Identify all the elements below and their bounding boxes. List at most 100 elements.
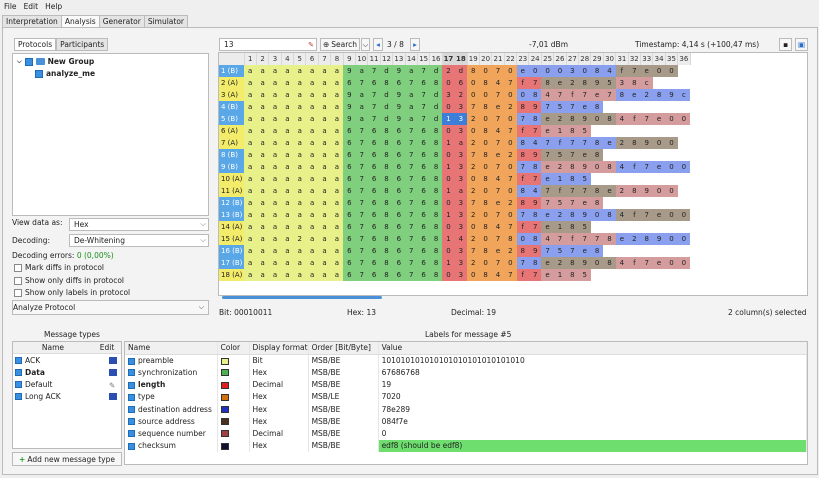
bit-cell[interactable]: a <box>244 77 257 89</box>
bit-cell[interactable]: a <box>330 245 344 257</box>
bit-cell[interactable]: a <box>281 77 294 89</box>
bit-cell[interactable]: 7 <box>566 245 579 257</box>
bit-cell[interactable] <box>591 125 603 137</box>
bit-cell[interactable]: f <box>516 173 529 185</box>
bit-cell[interactable]: 8 <box>479 221 492 233</box>
column-header[interactable]: 32 <box>628 53 642 65</box>
bit-cell[interactable]: a <box>244 65 257 77</box>
bit-cell[interactable]: 7 <box>516 161 529 173</box>
checkbox-icon[interactable] <box>15 368 22 376</box>
column-header[interactable]: 30 <box>603 53 617 65</box>
bit-cell[interactable]: 8 <box>380 77 393 89</box>
bit-cell[interactable]: 6 <box>343 257 356 269</box>
bit-cell[interactable]: a <box>281 113 294 125</box>
bit-cell[interactable]: 0 <box>442 77 455 89</box>
load-icon[interactable]: ▣ <box>795 38 808 51</box>
bit-cell[interactable]: d <box>429 113 443 125</box>
bit-cell[interactable]: 7 <box>355 269 368 281</box>
bit-cell[interactable]: a <box>330 137 344 149</box>
bit-cell[interactable]: a <box>268 149 282 161</box>
bit-cell[interactable] <box>603 221 615 233</box>
bit-cell[interactable]: a <box>256 161 269 173</box>
bit-cell[interactable]: a <box>281 65 294 77</box>
bit-cell[interactable]: 2 <box>504 101 517 113</box>
row-label[interactable]: 11 (A) <box>219 185 244 197</box>
bit-cell[interactable]: 7 <box>355 209 368 221</box>
bit-cell[interactable]: 8 <box>429 173 443 185</box>
bit-cell[interactable]: 9 <box>392 89 406 101</box>
bit-cell[interactable]: 8 <box>479 125 492 137</box>
bit-cell[interactable]: a <box>256 149 269 161</box>
add-message-type-button[interactable]: + Add new message type <box>12 452 122 466</box>
bit-cell[interactable]: 7 <box>528 125 542 137</box>
row-label[interactable]: 4 (B) <box>219 101 244 113</box>
bit-cell[interactable]: e <box>603 137 616 149</box>
bit-cell[interactable]: 8 <box>380 137 393 149</box>
bit-cell[interactable]: 0 <box>504 137 517 149</box>
bit-cell[interactable]: 8 <box>429 245 443 257</box>
bit-cell[interactable] <box>653 245 665 257</box>
label-color-swatch[interactable] <box>220 442 229 450</box>
item-checkbox[interactable] <box>35 69 43 78</box>
bit-cell[interactable]: 0 <box>479 185 492 197</box>
bit-cell[interactable]: a <box>281 185 294 197</box>
bit-cell[interactable]: 8 <box>479 245 492 257</box>
bit-cell[interactable]: a <box>256 173 269 185</box>
column-header[interactable]: 14 <box>405 53 418 65</box>
bit-cell[interactable]: 0 <box>665 233 678 245</box>
bit-cell[interactable] <box>616 125 628 137</box>
bit-cell[interactable]: a <box>355 113 368 125</box>
bit-cell[interactable]: 0 <box>479 209 492 221</box>
bit-cell[interactable]: a <box>244 125 257 137</box>
bit-cell[interactable]: 6 <box>417 197 430 209</box>
bit-cell[interactable]: 9 <box>528 101 542 113</box>
bit-cell[interactable]: 0 <box>516 89 529 101</box>
bit-cell[interactable]: 5 <box>578 125 591 137</box>
bit-cell[interactable]: 4 <box>491 77 505 89</box>
bit-cell[interactable]: 8 <box>528 233 542 245</box>
bit-cell[interactable]: a <box>268 173 282 185</box>
bit-cell[interactable]: 6 <box>367 173 381 185</box>
bit-cell[interactable] <box>653 125 665 137</box>
bit-cell[interactable]: a <box>256 125 269 137</box>
bit-cell[interactable]: 7 <box>541 101 554 113</box>
bit-cell[interactable]: 7 <box>528 77 542 89</box>
bit-cell[interactable]: 6 <box>392 125 406 137</box>
bit-cell[interactable]: 2 <box>442 65 455 77</box>
column-header[interactable]: 4 <box>281 53 295 65</box>
bit-cell[interactable]: 6 <box>343 173 356 185</box>
bit-cell[interactable]: a <box>454 185 468 197</box>
bit-cell[interactable]: 8 <box>528 209 542 221</box>
search-button[interactable]: ⊕ Search <box>320 38 360 51</box>
bit-cell[interactable]: 9 <box>343 101 356 113</box>
bit-cell[interactable] <box>628 245 640 257</box>
bit-cell[interactable]: 7 <box>603 89 616 101</box>
bit-cell[interactable]: 8 <box>640 233 653 245</box>
bit-cell[interactable]: a <box>268 257 282 269</box>
bit-cell[interactable]: a <box>318 245 331 257</box>
bit-cell[interactable]: 2 <box>293 233 306 245</box>
bit-cell[interactable]: a <box>281 125 294 137</box>
message-types-list[interactable]: Name Edit ACK Data Default ✎ Long ACK <box>12 341 122 449</box>
bit-cell[interactable]: 0 <box>479 113 492 125</box>
bit-cell[interactable]: a <box>256 65 269 77</box>
bit-cell[interactable]: 8 <box>429 269 443 281</box>
bit-cell[interactable]: 7 <box>355 125 368 137</box>
bit-cell[interactable]: 9 <box>528 245 542 257</box>
bit-cell[interactable]: 5 <box>553 101 567 113</box>
row-label[interactable]: 17 (B) <box>219 257 244 269</box>
bit-cell[interactable] <box>678 245 690 257</box>
bit-cell[interactable]: a <box>330 77 344 89</box>
bit-cell[interactable] <box>616 197 628 209</box>
bit-cell[interactable]: e <box>603 185 616 197</box>
bit-cell[interactable] <box>678 149 690 161</box>
bit-cell[interactable]: 8 <box>429 137 443 149</box>
search-dropdown[interactable]: ⌵ <box>361 38 370 51</box>
bit-cell[interactable]: a <box>281 245 294 257</box>
bit-cell[interactable]: 8 <box>380 233 393 245</box>
bit-cell[interactable]: d <box>380 101 393 113</box>
bit-cell[interactable]: 6 <box>367 125 381 137</box>
bit-cell[interactable]: 8 <box>516 149 529 161</box>
bit-cell[interactable]: a <box>330 89 344 101</box>
bit-cell[interactable]: f <box>516 269 529 281</box>
